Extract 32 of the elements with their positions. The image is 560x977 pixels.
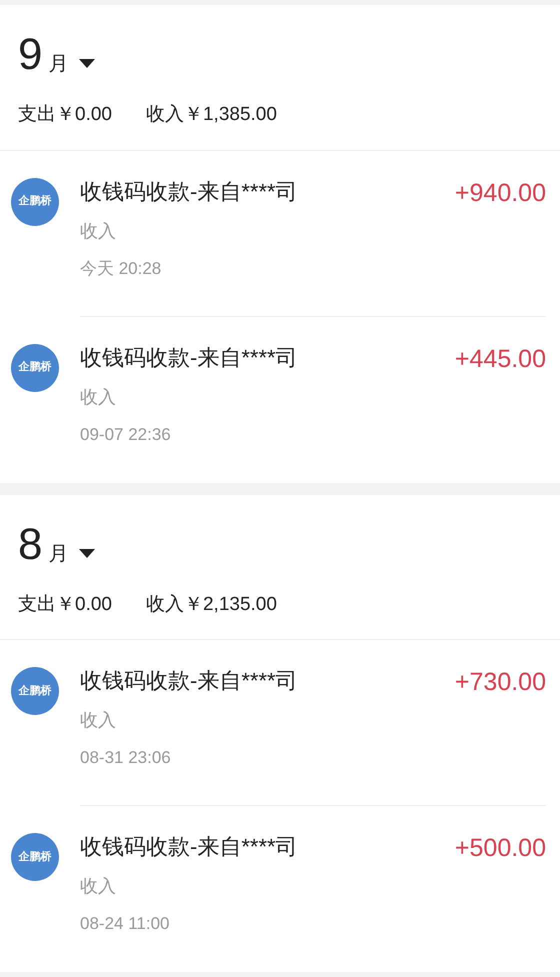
transaction-amount: +730.00 (454, 667, 546, 698)
income-total: 收入￥2,135.00 (146, 592, 277, 616)
caret-icon (78, 57, 96, 69)
merchant-logo: 企鹏桥 (11, 833, 59, 881)
caret-icon (78, 546, 96, 558)
transaction-row[interactable]: 企鹏桥 收钱码收款-来自****司 收入 09-07 22:36 +445.00 (0, 316, 560, 482)
transaction-amount: +500.00 (454, 833, 546, 864)
transaction-time: 08-31 23:06 (80, 747, 172, 769)
transaction-amount: +445.00 (454, 344, 546, 374)
expense-total: 支出￥0.00 (18, 592, 112, 616)
transaction-title: 收钱码收款-来自****司 (80, 178, 299, 206)
income-total: 收入￥1,385.00 (146, 103, 277, 127)
transaction-amount: +940.00 (454, 178, 546, 208)
transaction-time: 09-07 22:36 (80, 424, 172, 446)
transaction-category: 收入 (80, 709, 117, 732)
merchant-logo: 企鹏桥 (11, 667, 59, 715)
transaction-category: 收入 (80, 386, 117, 408)
transaction-time: 08-24 11:00 (80, 913, 170, 935)
transaction-title: 收钱码收款-来自****司 (80, 344, 299, 372)
transaction-row[interactable]: 企鹏桥 收钱码收款-来自****司 收入 08-31 23:06 +730.00 (0, 640, 560, 806)
merchant-logo: 企鹏桥 (11, 344, 59, 392)
month-selector[interactable]: 9 月 (18, 31, 96, 79)
transaction-title: 收钱码收款-来自****司 (80, 667, 299, 695)
merchant-logo: 企鹏桥 (11, 178, 59, 226)
month-selector[interactable]: 8 月 (18, 520, 96, 568)
transaction-time: 今天 20:28 (80, 258, 162, 280)
transaction-title: 收钱码收款-来自****司 (80, 833, 299, 861)
transaction-category: 收入 (80, 220, 117, 242)
expense-total: 支出￥0.00 (18, 103, 112, 127)
transaction-row[interactable]: 企鹏桥 收钱码收款-来自****司 收入 今天 20:28 +940.00 (0, 150, 560, 316)
transaction-row[interactable]: 企鹏桥 收钱码收款-来自****司 收入 08-24 11:00 +500.00 (0, 806, 560, 972)
transaction-category: 收入 (80, 875, 117, 898)
